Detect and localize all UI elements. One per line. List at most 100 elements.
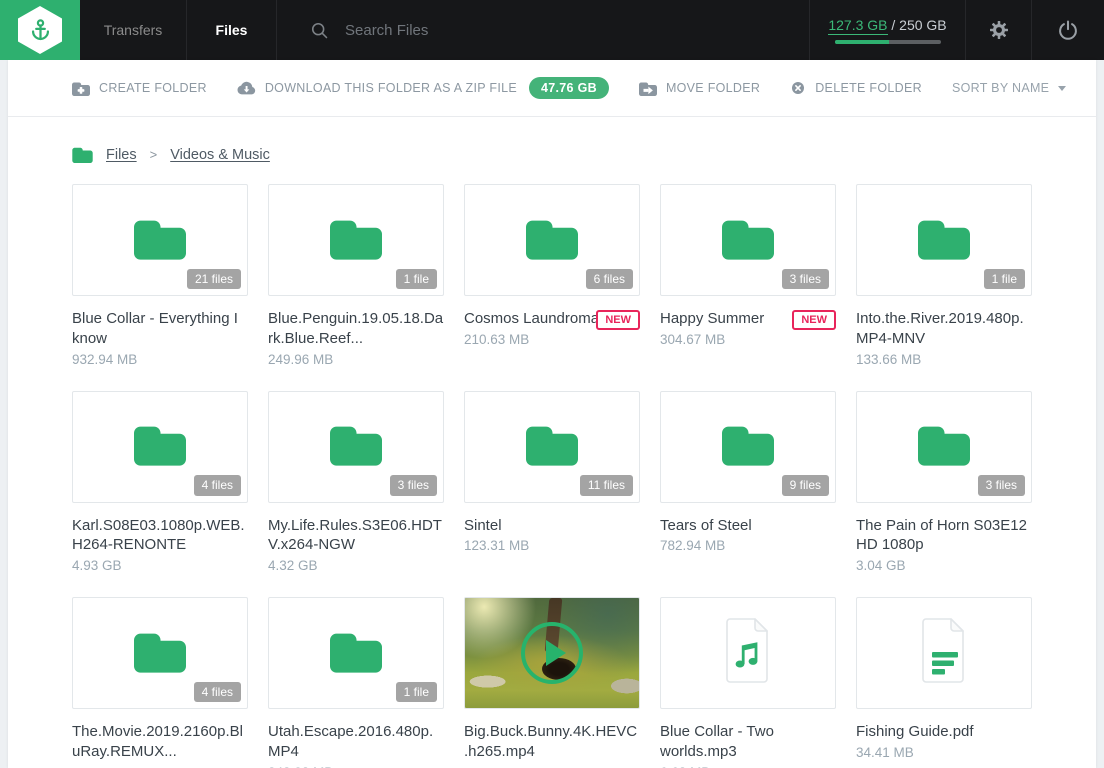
file-count-badge: 9 files xyxy=(782,475,829,495)
storage-used: 127.3 GB xyxy=(828,17,887,35)
file-grid-item: 11 files Sintel 123.31 MB xyxy=(464,391,640,574)
file-card[interactable]: 3 files xyxy=(268,391,444,503)
folder-plus-icon xyxy=(72,81,90,96)
logo-hexagon xyxy=(18,6,62,54)
search-icon xyxy=(309,20,330,41)
file-name[interactable]: The.Movie.2019.2160p.BluRay.REMUX... xyxy=(72,722,248,762)
file-count-badge: 6 files xyxy=(586,269,633,289)
file-card[interactable]: 1 file xyxy=(268,597,444,709)
file-name[interactable]: Blue Collar - Two worlds.mp3 xyxy=(660,722,836,762)
file-grid: 21 files Blue Collar - Everything I know… xyxy=(8,163,1096,768)
play-icon xyxy=(521,622,583,684)
file-card[interactable] xyxy=(660,597,836,709)
tab-files[interactable]: Files xyxy=(187,0,277,60)
storage-text: 127.3 GB / 250 GB xyxy=(828,17,946,33)
cloud-download-icon xyxy=(237,81,256,96)
file-grid-item: 1 file Utah.Escape.2016.480p.MP4 343.03 … xyxy=(268,597,444,768)
file-grid-item: 21 files Blue Collar - Everything I know… xyxy=(72,184,248,367)
file-name[interactable]: My.Life.Rules.S3E06.HDTV.x264-NGW xyxy=(268,516,444,556)
file-name[interactable]: Fishing Guide.pdf xyxy=(856,722,1032,742)
sort-label: SORT BY NAME xyxy=(952,81,1049,95)
folder-icon xyxy=(918,422,970,471)
chevron-down-icon xyxy=(1058,86,1066,91)
settings-button[interactable] xyxy=(966,0,1032,60)
file-size: 210.63 MB xyxy=(464,332,640,347)
file-name[interactable]: Sintel xyxy=(464,516,640,536)
file-grid-item: 3 files My.Life.Rules.S3E06.HDTV.x264-NG… xyxy=(268,391,444,574)
file-card[interactable]: 1 file xyxy=(856,184,1032,296)
move-folder-button[interactable]: MOVE FOLDER xyxy=(639,81,760,96)
file-card[interactable]: 9 files xyxy=(660,391,836,503)
storage-total: 250 GB xyxy=(899,17,946,33)
folder-icon xyxy=(134,629,186,678)
file-grid-item: 1 file Blue.Penguin.19.05.18.Dark.Blue.R… xyxy=(268,184,444,367)
pdf-file-icon xyxy=(917,617,971,690)
file-size: 34.41 MB xyxy=(856,745,1032,760)
power-button[interactable] xyxy=(1032,0,1104,60)
file-card[interactable]: 6 files xyxy=(464,184,640,296)
toolbar: CREATE FOLDER DOWNLOAD THIS FOLDER AS A … xyxy=(8,60,1096,117)
delete-folder-label: DELETE FOLDER xyxy=(815,81,922,95)
create-folder-button[interactable]: CREATE FOLDER xyxy=(72,81,207,96)
file-name[interactable]: Karl.S08E03.1080p.WEB.H264-RENONTE xyxy=(72,516,248,556)
file-card[interactable]: 11 files xyxy=(464,391,640,503)
file-name[interactable]: Tears of Steel xyxy=(660,516,836,536)
file-count-badge: 21 files xyxy=(187,269,241,289)
file-card[interactable]: 3 files xyxy=(660,184,836,296)
file-card[interactable]: 4 files xyxy=(72,597,248,709)
file-name[interactable]: Utah.Escape.2016.480p.MP4 xyxy=(268,722,444,762)
file-grid-item: 3 files The Pain of Horn S03E12 HD 1080p… xyxy=(856,391,1032,574)
file-grid-item: 6 files Cosmos Laundromat NEW 210.63 MB xyxy=(464,184,640,367)
audio-file-icon xyxy=(721,617,775,690)
file-name[interactable]: Blue Collar - Everything I know xyxy=(72,309,248,349)
nav-tabs: Transfers Files xyxy=(80,0,277,60)
delete-folder-button[interactable]: DELETE FOLDER xyxy=(790,80,922,96)
file-card[interactable]: 4 files xyxy=(72,391,248,503)
file-grid-item: 1 file Into.the.River.2019.480p.MP4-MNV … xyxy=(856,184,1032,367)
storage-progress-fill xyxy=(835,40,889,44)
file-grid-item: Blue Collar - Two worlds.mp3 6.63 MB xyxy=(660,597,836,768)
file-name[interactable]: Big.Buck.Bunny.4K.HEVC.h265.mp4 xyxy=(464,722,640,762)
sort-dropdown[interactable]: SORT BY NAME xyxy=(952,81,1066,95)
breadcrumb-root-link[interactable]: Files xyxy=(106,147,137,163)
folder-icon xyxy=(526,422,578,471)
file-count-badge: 1 file xyxy=(984,269,1025,289)
file-meta: The.Movie.2019.2160p.BluRay.REMUX... xyxy=(72,722,248,762)
file-card[interactable] xyxy=(464,597,640,709)
download-zip-button[interactable]: DOWNLOAD THIS FOLDER AS A ZIP FILE 47.76… xyxy=(237,77,609,99)
file-card[interactable]: 1 file xyxy=(268,184,444,296)
download-zip-label: DOWNLOAD THIS FOLDER AS A ZIP FILE xyxy=(265,81,517,95)
folder-icon xyxy=(134,216,186,265)
file-card[interactable]: 21 files xyxy=(72,184,248,296)
file-meta: Tears of Steel 782.94 MB xyxy=(660,516,836,554)
file-grid-item: 9 files Tears of Steel 782.94 MB xyxy=(660,391,836,574)
file-size: 4.32 GB xyxy=(268,558,444,573)
folder-icon xyxy=(722,216,774,265)
new-badge: NEW xyxy=(792,310,836,330)
file-count-badge: 3 files xyxy=(978,475,1025,495)
tab-transfers[interactable]: Transfers xyxy=(80,0,187,60)
storage-meter[interactable]: 127.3 GB / 250 GB xyxy=(810,0,966,60)
app-logo[interactable] xyxy=(0,0,80,60)
file-name[interactable]: Into.the.River.2019.480p.MP4-MNV xyxy=(856,309,1032,349)
file-meta: Into.the.River.2019.480p.MP4-MNV 133.66 … xyxy=(856,309,1032,367)
breadcrumb-current-link[interactable]: Videos & Music xyxy=(170,147,270,163)
file-name[interactable]: The Pain of Horn S03E12 HD 1080p xyxy=(856,516,1032,556)
folder-icon xyxy=(330,422,382,471)
file-card[interactable]: 3 files xyxy=(856,391,1032,503)
file-card[interactable] xyxy=(856,597,1032,709)
file-grid-item: 4 files The.Movie.2019.2160p.BluRay.REMU… xyxy=(72,597,248,768)
file-size: 123.31 MB xyxy=(464,538,640,553)
navbar: Transfers Files 127.3 GB / 250 GB xyxy=(0,0,1104,60)
file-count-badge: 1 file xyxy=(396,682,437,702)
search-input[interactable] xyxy=(345,22,765,39)
file-name[interactable]: Blue.Penguin.19.05.18.Dark.Blue.Reef... xyxy=(268,309,444,349)
file-size: 249.96 MB xyxy=(268,352,444,367)
file-count-badge: 11 files xyxy=(580,475,633,495)
delete-circle-icon xyxy=(790,80,806,96)
file-meta: Happy Summer NEW 304.67 MB xyxy=(660,309,836,347)
file-grid-item: Big.Buck.Bunny.4K.HEVC.h265.mp4 xyxy=(464,597,640,768)
file-grid-item: 3 files Happy Summer NEW 304.67 MB xyxy=(660,184,836,367)
move-folder-label: MOVE FOLDER xyxy=(666,81,760,95)
folder-icon xyxy=(134,422,186,471)
